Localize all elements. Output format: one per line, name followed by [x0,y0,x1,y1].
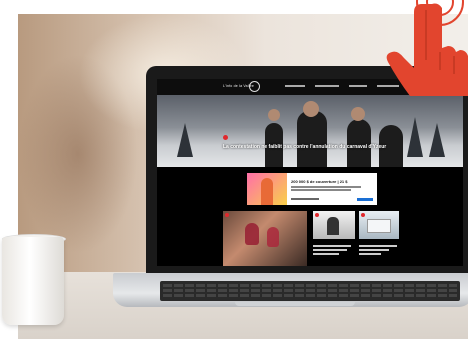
promo-text-line [291,186,361,188]
card-caption [313,245,351,247]
promo-text-line [291,189,351,191]
hero-banner[interactable]: La contestation ne faiblit pas contre l'… [157,95,463,167]
person-figure [327,217,339,235]
promo-image [247,173,287,205]
laptop-screen: L'info de la Vallée La contestation ne f… [157,79,463,266]
category-badge [223,135,228,140]
promo-link[interactable] [291,198,319,200]
person-head [351,107,365,121]
person-figure [347,119,371,167]
person-head [268,109,280,121]
promo-banner[interactable]: 200 000 $ de couverture | 21 $ [247,173,377,205]
category-badge [315,213,319,217]
card-caption [359,249,389,251]
key-row [163,289,457,292]
card-caption [313,249,347,251]
article-card-1[interactable] [223,211,307,266]
key-row [163,284,457,287]
wine-glass-icon [267,227,279,247]
wine-glass-icon [245,223,259,245]
promo-figure [261,178,273,205]
article-card-2[interactable] [313,211,355,266]
promo-title: 200 000 $ de couverture | 21 $ [291,179,348,184]
tree-shape [429,123,445,157]
tree-shape [407,117,423,157]
key-row [163,294,457,297]
coffee-mug [2,237,64,325]
laptop-trackpad [235,302,355,306]
brand-logo-icon[interactable] [249,81,260,92]
promo-button[interactable] [357,198,373,201]
article-card-3[interactable] [359,211,399,266]
pointing-hand-icon [386,3,468,96]
card-image [223,211,307,266]
tree-shape [177,123,193,157]
paper-sheet [367,219,391,233]
nav-item-1[interactable] [285,85,305,87]
person-figure [297,111,327,167]
card-caption [313,253,339,255]
hero-headline[interactable]: La contestation ne faiblit pas contre l'… [223,144,403,150]
nav-item-2[interactable] [315,85,339,87]
card-caption [359,253,381,255]
category-badge [225,213,229,217]
person-head [303,101,319,117]
tap-gesture-icon [380,0,468,96]
card-caption [359,245,397,247]
nav-item-3[interactable] [349,85,367,87]
category-badge [361,213,365,217]
